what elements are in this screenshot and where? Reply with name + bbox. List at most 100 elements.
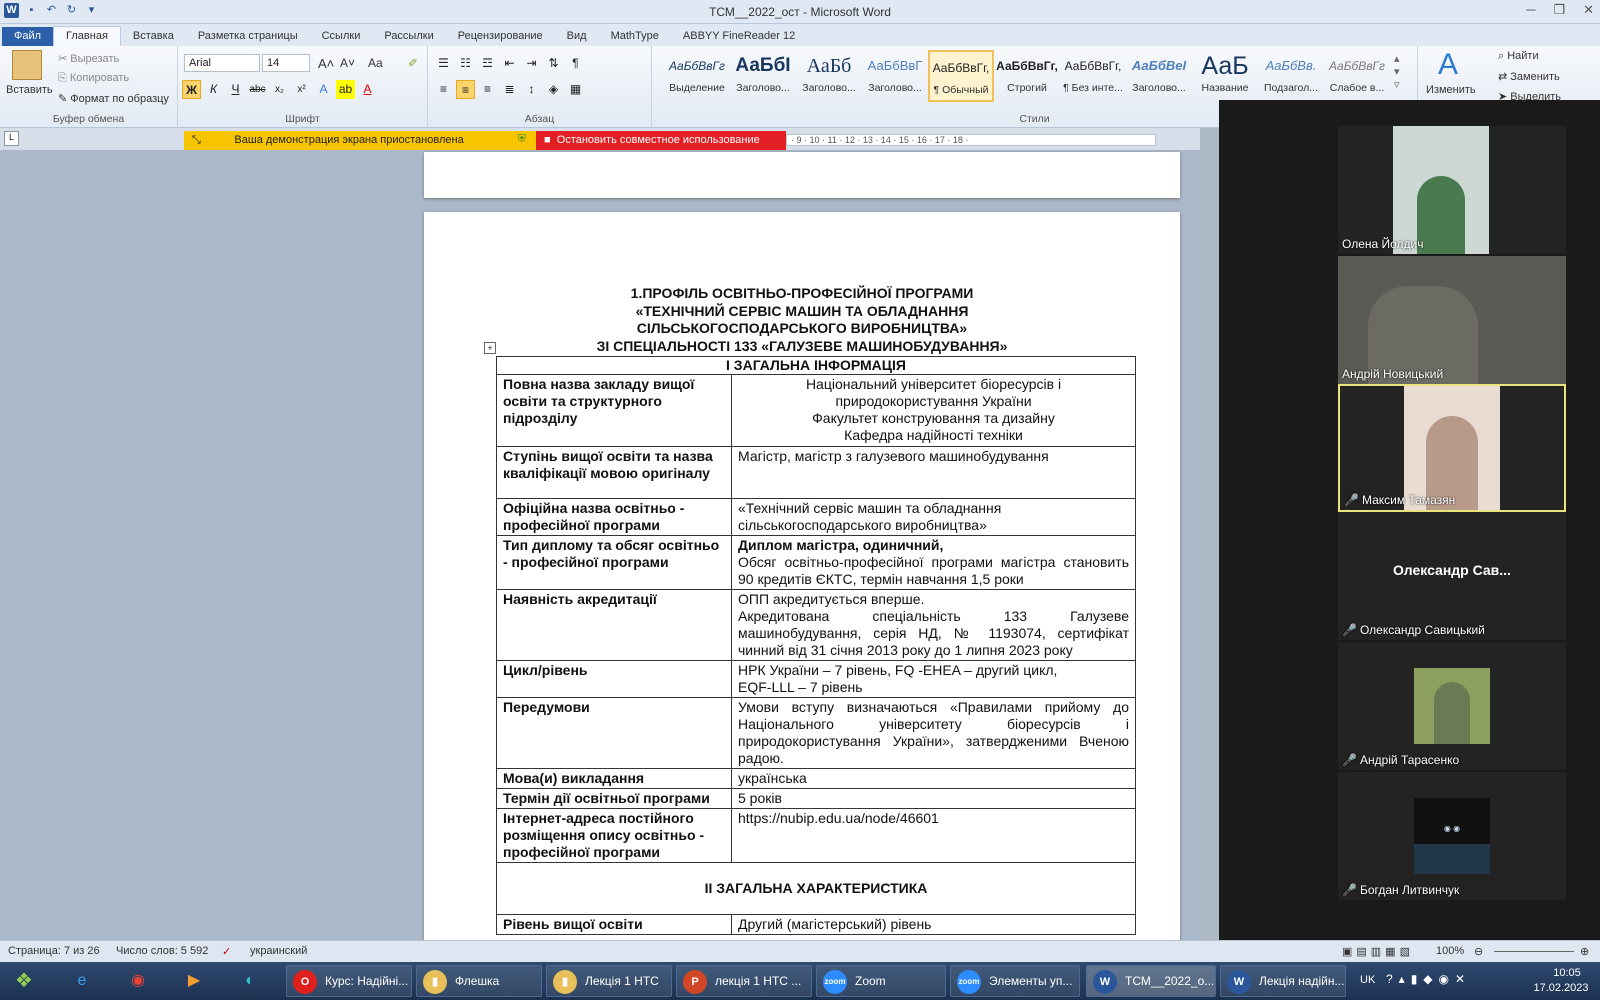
start-button-icon[interactable]: ❖ bbox=[8, 966, 40, 996]
horizontal-ruler[interactable]: · 9 · 10 · 11 · 12 · 13 · 14 · 15 · 16 ·… bbox=[786, 134, 1156, 146]
tray-icons[interactable]: ?▴▮◆◉✕ bbox=[1386, 972, 1471, 986]
highlight-icon[interactable]: ab bbox=[336, 80, 355, 99]
participant-tile[interactable]: Андрій Новицький bbox=[1338, 256, 1566, 384]
table-move-handle-icon[interactable]: + bbox=[484, 342, 496, 354]
bullets-icon[interactable]: ☰ bbox=[434, 54, 453, 73]
styles-scroll-icon[interactable]: ▴ ▾ ▿ bbox=[1394, 52, 1400, 91]
shrink-font-icon[interactable]: A˅ bbox=[340, 56, 355, 70]
align-right-icon[interactable]: ≡ bbox=[478, 80, 497, 99]
zoom-slider[interactable] bbox=[1494, 951, 1574, 952]
style-item[interactable]: АаБбВвГг Выделение bbox=[664, 50, 730, 102]
style-item[interactable]: АаБбВв. Подзагол... bbox=[1258, 50, 1324, 102]
style-item[interactable]: АаБбВвГг, ¶ Без инте... bbox=[1060, 50, 1126, 102]
style-item[interactable]: АаБбІ Заголово... bbox=[730, 50, 796, 102]
pin-icon[interactable]: ⤡ bbox=[192, 134, 204, 146]
multilevel-list-icon[interactable]: ☲ bbox=[478, 54, 497, 73]
participant-tile[interactable]: ◉ ◉ 🎤 Богдан Литвинчук bbox=[1338, 772, 1566, 900]
tab-review[interactable]: Рецензирование bbox=[446, 27, 555, 46]
minimize-icon[interactable]: ─ bbox=[1526, 2, 1535, 18]
align-center-icon[interactable]: ≡ bbox=[456, 80, 475, 99]
tab-mailings[interactable]: Рассылки bbox=[372, 27, 445, 46]
tab-mathtype[interactable]: MathType bbox=[599, 27, 671, 46]
style-item[interactable]: АаБ Название bbox=[1192, 50, 1258, 102]
tab-selector-icon[interactable]: L bbox=[4, 131, 19, 146]
clear-format-icon[interactable]: ✐ bbox=[408, 56, 418, 70]
close-icon[interactable]: ✕ bbox=[1583, 2, 1594, 18]
taskbar-item[interactable]: O Курс: Надійні... bbox=[286, 965, 412, 997]
line-spacing-icon[interactable]: ↕ bbox=[522, 80, 541, 99]
numbering-icon[interactable]: ☷ bbox=[456, 54, 475, 73]
cut-button[interactable]: ✂ Вырезать bbox=[58, 52, 119, 65]
tab-insert[interactable]: Вставка bbox=[121, 27, 186, 46]
view-buttons-icon[interactable]: ▣▤▥▦▧ bbox=[1342, 945, 1414, 958]
keyboard-language[interactable]: UK bbox=[1360, 974, 1375, 986]
taskbar-item-active[interactable]: W ТСМ__2022_о... bbox=[1086, 965, 1216, 997]
style-item[interactable]: АаБб Заголово... bbox=[796, 50, 862, 102]
tab-abbyy[interactable]: ABBYY FineReader 12 bbox=[671, 27, 807, 46]
find-button[interactable]: ⌕ Найти bbox=[1498, 50, 1539, 63]
participant-tile[interactable]: 🎤 Андрій Тарасенко bbox=[1338, 642, 1566, 770]
justify-icon[interactable]: ≣ bbox=[500, 80, 519, 99]
document-page[interactable]: 1.ПРОФІЛЬ ОСВІТНЬО-ПРОФЕСІЙНОЇ ПРОГРАМИ … bbox=[424, 212, 1180, 942]
text-effects-icon[interactable]: A bbox=[314, 80, 333, 99]
participant-tile[interactable]: Олена Йолдич bbox=[1338, 126, 1566, 254]
shading-icon[interactable]: ◈ bbox=[544, 80, 563, 99]
style-item[interactable]: АаБбВеІ Заголово... bbox=[1126, 50, 1192, 102]
replace-button[interactable]: ⇄ Заменить bbox=[1498, 70, 1560, 83]
proofing-icon[interactable]: ✓ bbox=[222, 945, 231, 958]
align-left-icon[interactable]: ≡ bbox=[434, 80, 453, 99]
ie-icon[interactable]: e bbox=[66, 966, 98, 996]
zoom-level[interactable]: 100% bbox=[1436, 945, 1464, 957]
style-item[interactable]: АаБбВвГг Слабое в... bbox=[1324, 50, 1390, 102]
paste-icon[interactable] bbox=[12, 50, 42, 80]
style-item[interactable]: АаБбВвГг, Строгий bbox=[994, 50, 1060, 102]
tab-home[interactable]: Главная bbox=[53, 26, 121, 46]
copy-button[interactable]: ⎘ Копировать bbox=[58, 72, 129, 85]
paste-button[interactable]: Вставить bbox=[6, 84, 53, 96]
pilcrow-icon[interactable]: ¶ bbox=[566, 54, 585, 73]
change-styles-button[interactable]: Изменить bbox=[1426, 84, 1476, 96]
decrease-indent-icon[interactable]: ⇤ bbox=[500, 54, 519, 73]
stop-share-button[interactable]: ■ Остановить совместное использование bbox=[536, 131, 786, 151]
participant-tile-active[interactable]: 🎤 Максим Тамазян bbox=[1338, 384, 1566, 512]
taskbar-item[interactable]: Pлекція 1 НТС ... bbox=[676, 965, 812, 997]
media-player-icon[interactable]: ▶ bbox=[178, 966, 210, 996]
font-name-box[interactable]: Arial bbox=[184, 54, 260, 72]
participant-tile[interactable]: Олександр Сав... 🎤 Олександр Савицький bbox=[1338, 512, 1566, 640]
style-item-normal[interactable]: АаБбВвГг, ¶ Обычный bbox=[928, 50, 994, 102]
superscript-button[interactable]: x² bbox=[292, 80, 311, 99]
underline-button[interactable]: Ч bbox=[226, 80, 245, 99]
clock-date[interactable]: 17.02.2023 bbox=[1526, 982, 1596, 994]
restore-icon[interactable]: ❐ bbox=[1553, 2, 1565, 18]
word-count[interactable]: Число слов: 5 592 bbox=[116, 945, 208, 957]
taskbar-item[interactable]: zoom Элементы уп... bbox=[950, 965, 1080, 997]
style-item[interactable]: АаБбВвГ Заголово... bbox=[862, 50, 928, 102]
font-color-icon[interactable]: A bbox=[358, 80, 377, 99]
borders-icon[interactable]: ▦ bbox=[566, 80, 585, 99]
tab-file[interactable]: Файл bbox=[2, 27, 54, 46]
tab-view[interactable]: Вид bbox=[555, 27, 599, 46]
taskbar-item[interactable]: ▮ Флешка bbox=[416, 965, 542, 997]
zoom-in-icon[interactable]: ⊕ bbox=[1580, 945, 1589, 958]
tab-references[interactable]: Ссылки bbox=[310, 27, 373, 46]
taskbar-item[interactable]: zoom Zoom bbox=[816, 965, 946, 997]
sort-icon[interactable]: ⇅ bbox=[544, 54, 563, 73]
increase-indent-icon[interactable]: ⇥ bbox=[522, 54, 541, 73]
taskbar-item[interactable]: W Лекція надійн... bbox=[1220, 965, 1346, 997]
subscript-button[interactable]: x₂ bbox=[270, 80, 289, 99]
change-case-button[interactable]: Aa bbox=[368, 56, 383, 70]
bold-button[interactable]: Ж bbox=[182, 80, 201, 99]
format-painter-button[interactable]: ✎ Формат по образцу bbox=[58, 92, 169, 105]
edge-icon[interactable]: ◐ bbox=[234, 966, 266, 996]
change-styles-icon[interactable]: A bbox=[1438, 48, 1458, 82]
language-status[interactable]: украинский bbox=[250, 945, 307, 957]
grow-font-icon[interactable]: A˄ bbox=[318, 56, 334, 71]
tab-page-layout[interactable]: Разметка страницы bbox=[186, 27, 310, 46]
clock-time[interactable]: 10:05 bbox=[1538, 967, 1596, 979]
zoom-out-icon[interactable]: ⊖ bbox=[1474, 945, 1483, 958]
strikethrough-button[interactable]: abc bbox=[248, 80, 267, 99]
chrome-icon[interactable]: ◉ bbox=[122, 966, 154, 996]
taskbar-item[interactable]: ▮ Лекція 1 НТС bbox=[546, 965, 672, 997]
italic-button[interactable]: К bbox=[204, 80, 223, 99]
page-count[interactable]: Страница: 7 из 26 bbox=[8, 945, 100, 957]
